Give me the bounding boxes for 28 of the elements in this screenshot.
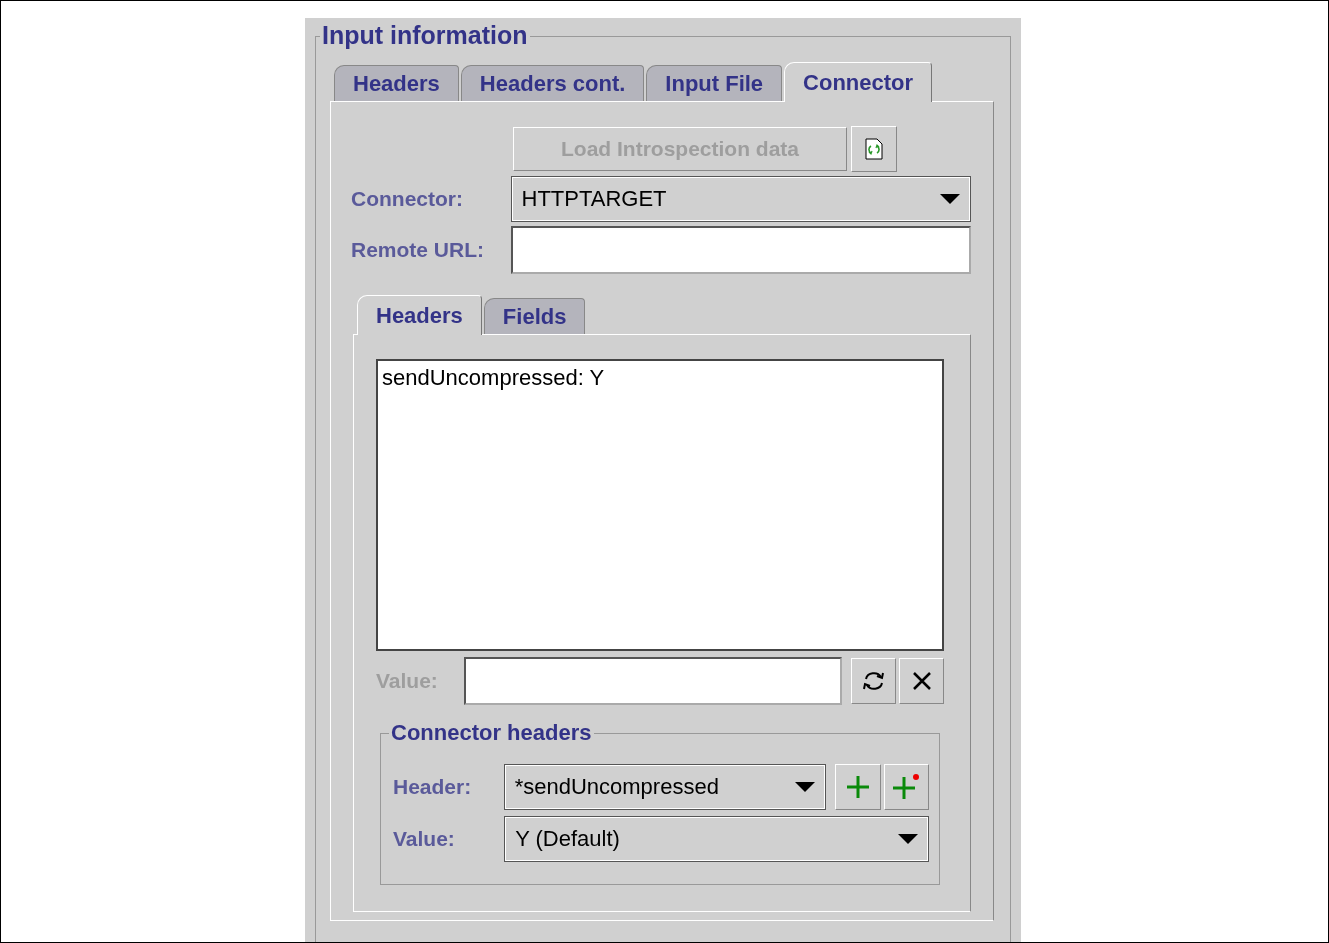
tab[interactable]: Headers <box>357 295 482 335</box>
refresh-button[interactable] <box>851 126 897 172</box>
delete-button[interactable] <box>899 658 944 704</box>
plus-star-icon <box>891 773 922 801</box>
value-dropdown[interactable]: Y (Default) <box>504 816 929 862</box>
dropdown-arrow-icon <box>795 782 816 792</box>
dropdown-arrow-icon <box>898 834 918 844</box>
plus-icon <box>844 774 871 800</box>
tab[interactable]: Connector <box>784 62 933 102</box>
header-entry: sendUncompressed: Y <box>382 365 605 390</box>
update-button[interactable] <box>851 658 897 704</box>
remote-url-field[interactable] <box>510 226 971 274</box>
header-label: Header: <box>393 775 473 799</box>
tab[interactable]: Input File <box>646 65 783 101</box>
tab[interactable]: Fields <box>483 298 586 334</box>
refresh-document-icon <box>864 138 884 160</box>
add-new-button[interactable] <box>883 764 929 810</box>
connector-dropdown[interactable]: HTTPTARGET <box>510 176 971 222</box>
tab[interactable]: Headers <box>334 65 459 101</box>
header-dropdown[interactable]: *sendUncompressed <box>503 764 827 810</box>
remote-url-label: Remote URL: <box>351 238 485 262</box>
headers-text-area[interactable]: sendUncompressed: Y <box>376 359 944 651</box>
value-label: Value: <box>393 827 456 851</box>
connector-label: Connector: <box>351 187 464 211</box>
add-button[interactable] <box>835 764 881 810</box>
value-field[interactable] <box>463 657 843 705</box>
dropdown-arrow-icon <box>940 194 960 204</box>
tab[interactable]: Headers cont. <box>460 65 645 101</box>
